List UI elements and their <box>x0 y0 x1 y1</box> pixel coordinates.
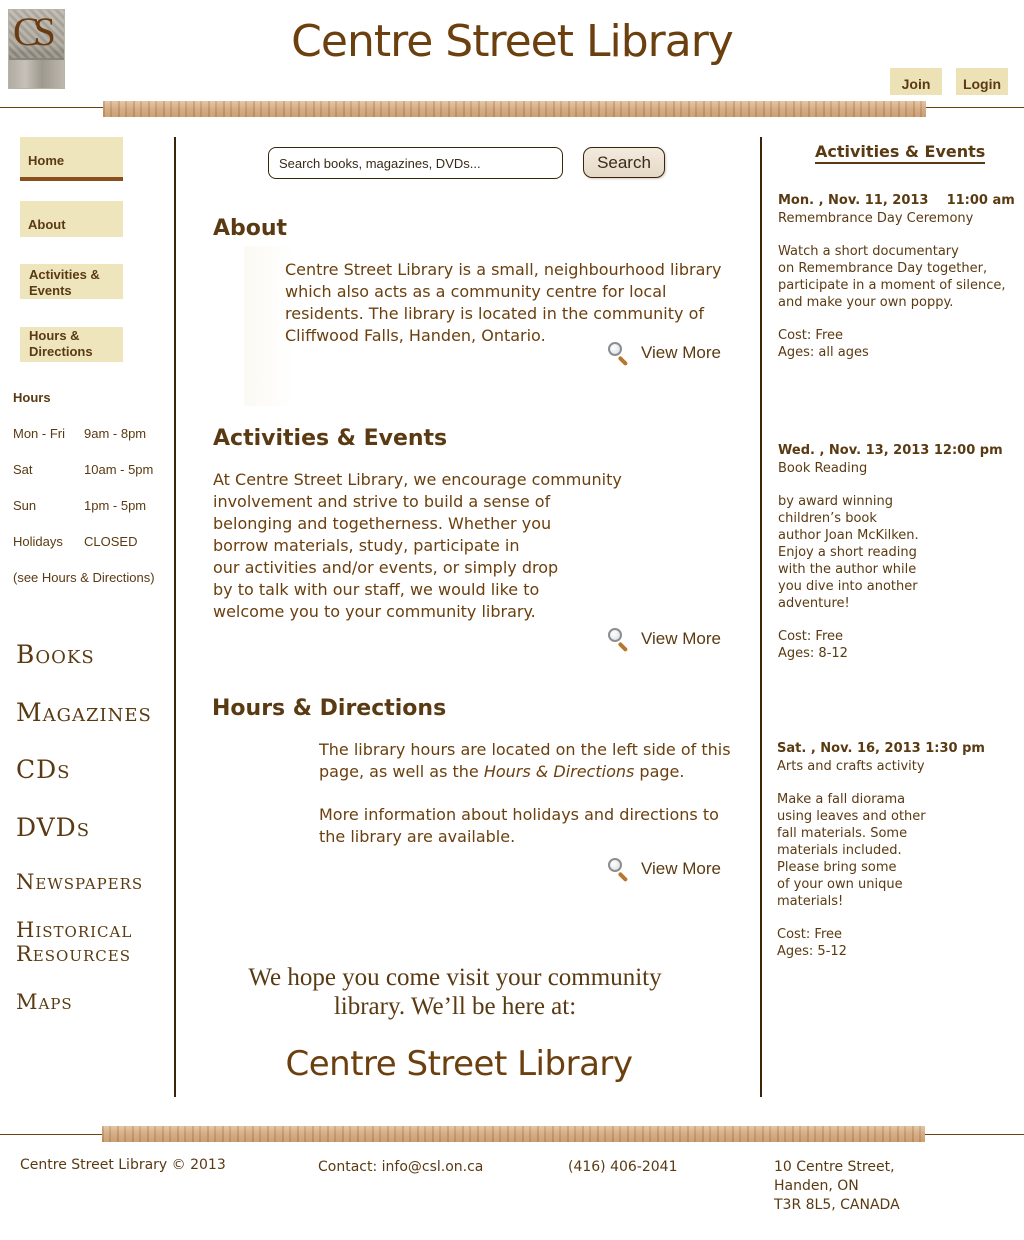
event-ages: Ages: 5-12 <box>777 944 847 959</box>
hours-row: Holidays CLOSED <box>13 534 137 549</box>
activities-text-line: our activities and/or events, or simply … <box>213 558 559 577</box>
category-cds-link[interactable]: CDs <box>16 757 71 782</box>
activities-text-line: belonging and togetherness. Whether you <box>213 514 552 533</box>
login-button[interactable]: Login <box>956 68 1008 95</box>
hours-time: CLOSED <box>84 534 138 549</box>
category-magazines-link[interactable]: Magazines <box>16 700 152 725</box>
magnifier-icon <box>608 628 629 653</box>
magnifier-icon <box>608 858 629 883</box>
closing-line: library. We’ll be here at: <box>333 993 577 1020</box>
hours-directions-p2: More information about holidays and dire… <box>319 805 719 846</box>
event-name: Arts and crafts activity <box>777 759 925 774</box>
activities-text-line: involvement and strive to build a sense … <box>213 492 551 511</box>
hours-day: Sat <box>13 462 33 477</box>
category-historical-line2: Resources <box>16 942 131 966</box>
hours-row: Sat 10am - 5pm <box>13 462 153 477</box>
footer-phone: (416) 406-2041 <box>568 1159 678 1175</box>
left-divider <box>174 137 176 1097</box>
category-maps-link[interactable]: Maps <box>16 990 73 1014</box>
about-text: Centre Street Library is a small, neighb… <box>285 260 722 345</box>
closing-line: We hope you come visit your community <box>248 964 662 991</box>
hours-directions-title: Hours & Directions <box>212 696 447 721</box>
join-button[interactable]: Join <box>890 68 942 95</box>
magnifier-icon <box>608 342 629 367</box>
site-title: Centre Street Library <box>0 16 1024 67</box>
nav-hours-button[interactable]: Hours & Directions <box>20 327 123 362</box>
activities-title: Activities & Events <box>213 426 448 451</box>
category-dvds-link[interactable]: DVDs <box>16 815 90 840</box>
hours-day: Mon - Fri <box>13 426 65 441</box>
category-newspapers-link[interactable]: Newspapers <box>16 870 143 894</box>
view-more-label: View More <box>641 629 721 648</box>
activities-text-line: borrow materials, study, participate in <box>213 536 520 555</box>
hours-row: Mon - Fri 9am - 8pm <box>13 426 146 441</box>
activities-text-line: At Centre Street Library, we encourage c… <box>213 470 622 489</box>
nav-activities-label: Activities & Events <box>29 267 100 298</box>
closing-library-name: Centre Street Library <box>285 1044 634 1084</box>
hours-heading: Hours <box>13 390 51 405</box>
nav-hours-label: Hours & Directions <box>29 328 93 359</box>
activities-text-line: by to talk with our staff, we would like… <box>213 580 540 599</box>
hours-day: Sun <box>13 498 37 513</box>
right-divider <box>760 137 762 1097</box>
footer-contact-email[interactable]: Contact: info@csl.on.ca <box>318 1158 483 1177</box>
event-date: Sat. , Nov. 16, 2013 1:30 pm <box>777 741 985 756</box>
events-title[interactable]: Activities & Events <box>815 142 986 164</box>
event-cost: Cost: Free <box>777 927 842 942</box>
event-ages: Ages: all ages <box>778 345 869 360</box>
hours-day: Holidays <box>13 534 63 549</box>
event-ages: Ages: 8-12 <box>778 646 848 661</box>
event-cost: Cost: Free <box>778 629 843 644</box>
closing-message: We hope you come visit your community li… <box>200 963 710 1021</box>
event-cost: Cost: Free <box>778 328 843 343</box>
event-description: Watch a short documentary on Remembrance… <box>778 244 1006 310</box>
site-title-text: Centre Street Library <box>291 16 734 67</box>
about-view-more-link[interactable]: View More <box>608 342 721 367</box>
nav-home-label: Home <box>28 153 65 168</box>
hours-directions-p1: The library hours are located on the lef… <box>319 739 739 783</box>
hours-time: 1pm - 5pm <box>84 498 147 513</box>
hours-note: (see Hours & Directions) <box>13 570 155 585</box>
hours-time: 9am - 8pm <box>84 426 147 441</box>
category-historical-line1: Historical <box>16 918 133 942</box>
category-historical-link[interactable]: Historical Resources <box>16 918 132 966</box>
hours-directions-p1-end: page. <box>634 762 685 781</box>
activities-view-more-link[interactable]: View More <box>608 628 721 653</box>
event-name: Book Reading <box>778 461 868 476</box>
event-date: Wed. , Nov. 13, 2013 12:00 pm <box>778 443 1003 458</box>
about-title: About <box>213 216 288 241</box>
header-wood-banner <box>103 101 926 117</box>
footer-copyright: Centre Street Library © 2013 <box>20 1157 226 1173</box>
event-name: Remembrance Day Ceremony <box>778 211 974 226</box>
view-more-label: View More <box>641 859 721 878</box>
event-description: Make a fall diorama using leaves and oth… <box>777 792 926 909</box>
hours-row: Sun 1pm - 5pm <box>13 498 146 513</box>
nav-home-button[interactable]: Home <box>20 137 123 181</box>
activities-text: At Centre Street Library, we encourage c… <box>213 469 633 623</box>
hours-view-more-link[interactable]: View More <box>608 858 721 883</box>
activities-text-line: welcome you to your community library. <box>213 602 536 621</box>
category-books-link[interactable]: Books <box>16 642 95 667</box>
nav-about-button[interactable]: About <box>20 201 123 237</box>
view-more-label: View More <box>641 343 721 362</box>
event-date: Mon. , Nov. 11, 2013 11:00 am <box>778 193 1015 208</box>
nav-activities-button[interactable]: Activities & Events <box>20 264 123 299</box>
nav-about-label: About <box>28 217 66 232</box>
hours-directions-link-text: Hours & Directions <box>483 762 635 781</box>
footer-wood-banner <box>102 1126 925 1142</box>
footer-address: 10 Centre Street, Handen, ON T3R 8L5, CA… <box>774 1159 900 1213</box>
event-description: by award winning children’s book author … <box>778 494 919 611</box>
search-input[interactable] <box>268 147 563 179</box>
search-button[interactable]: Search <box>583 147 665 178</box>
hours-time: 10am - 5pm <box>84 462 154 477</box>
